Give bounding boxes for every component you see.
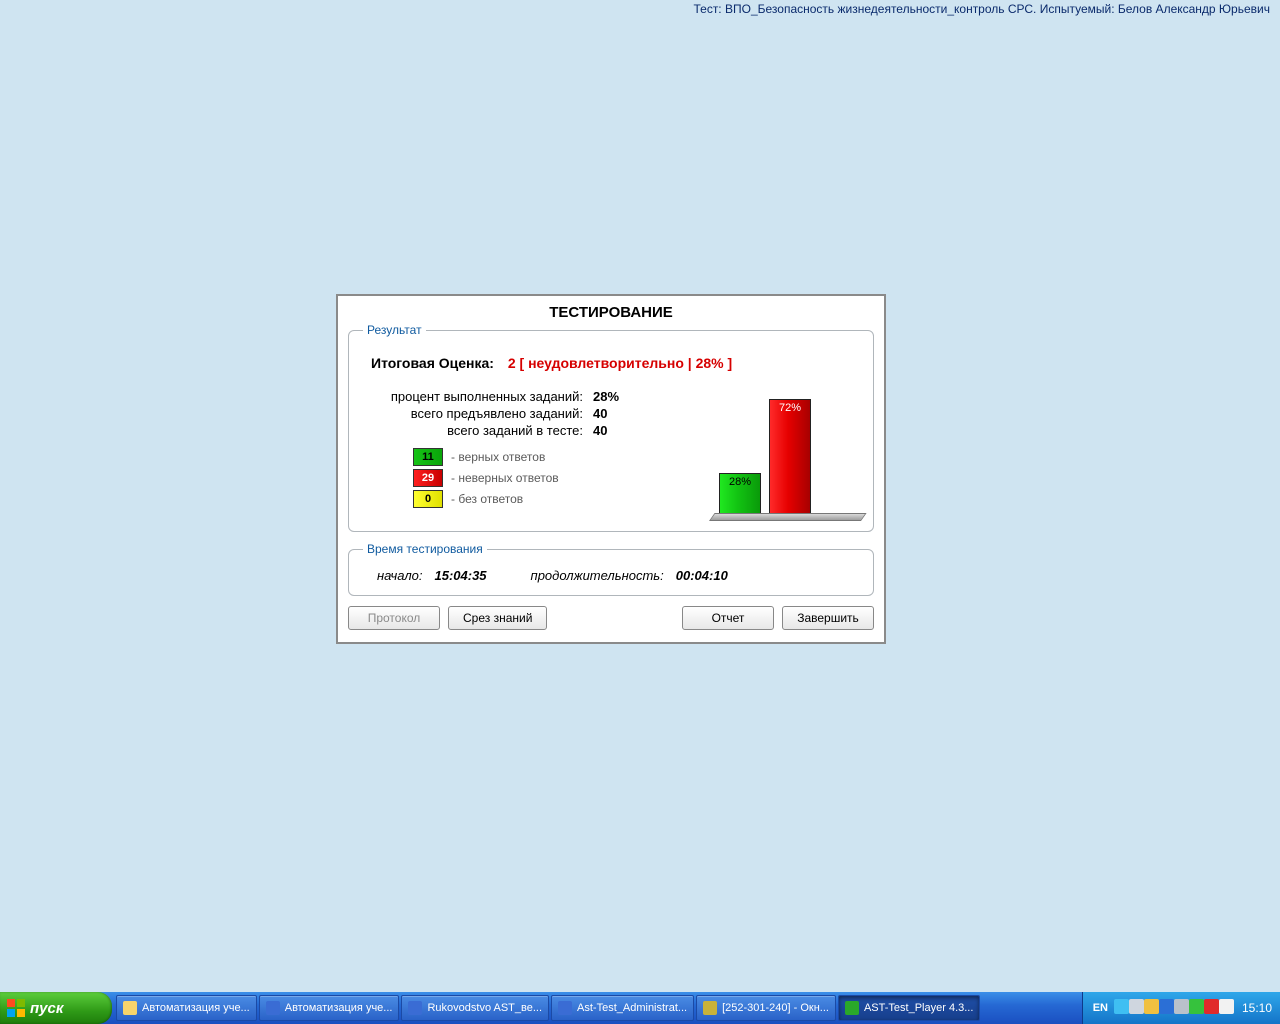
mail-icon[interactable]	[1219, 999, 1234, 1014]
stat-percent-value: 28%	[593, 389, 619, 404]
start-button[interactable]: пуск	[0, 992, 112, 1024]
answers-legend: 11 - верных ответов 29 - неверных ответо…	[363, 448, 709, 508]
legend-blank-label: - без ответов	[451, 492, 523, 506]
stat-total: всего заданий в тесте: 40	[363, 423, 709, 438]
legend-blank-count: 0	[413, 490, 443, 508]
knowledge-slice-button[interactable]: Срез знаний	[448, 606, 547, 630]
legend-blank: 0 - без ответов	[413, 490, 709, 508]
word-icon	[558, 1001, 572, 1015]
finish-button[interactable]: Завершить	[782, 606, 874, 630]
time-start-value: 15:04:35	[435, 568, 487, 583]
stat-total-label: всего заданий в тесте:	[363, 423, 593, 438]
stat-percent: процент выполненных заданий: 28%	[363, 389, 709, 404]
start-label: пуск	[30, 1000, 63, 1017]
stat-given-label: всего предъявлено заданий:	[363, 406, 593, 421]
stat-total-value: 40	[593, 423, 607, 438]
taskbar-item-label: [252-301-240] - Окн...	[722, 1002, 829, 1014]
result-legend: Результат	[363, 323, 426, 337]
taskbar-item-label: AST-Test_Player 4.3...	[864, 1002, 973, 1014]
legend-correct-label: - верных ответов	[451, 450, 545, 464]
final-grade-value: 2 [ неудовлетворительно | 28% ]	[508, 355, 732, 371]
device-icon[interactable]	[1144, 999, 1159, 1014]
language-indicator[interactable]: EN	[1093, 1002, 1108, 1014]
taskbar-item[interactable]: [252-301-240] - Окн...	[696, 995, 836, 1021]
stat-given: всего предъявлено заданий: 40	[363, 406, 709, 421]
time-duration-value: 00:04:10	[676, 568, 728, 583]
system-tray: EN 15:10	[1082, 992, 1280, 1024]
taskbar-item[interactable]: AST-Test_Player 4.3...	[838, 995, 980, 1021]
time-legend: Время тестирования	[363, 542, 487, 556]
folder-icon	[123, 1001, 137, 1015]
taskbar-tasks: Автоматизация уче... Автоматизация уче...…	[112, 992, 1082, 1024]
chart-base	[709, 513, 867, 521]
report-button[interactable]: Отчет	[682, 606, 774, 630]
protocol-button[interactable]: Протокол	[348, 606, 440, 630]
shield-icon[interactable]	[1189, 999, 1204, 1014]
taskbar-item-label: Автоматизация уче...	[285, 1002, 393, 1014]
windows-logo-icon	[6, 998, 26, 1018]
window-icon	[703, 1001, 717, 1015]
taskbar: пуск Автоматизация уче...Автоматизация у…	[0, 992, 1280, 1024]
taskbar-item[interactable]: Автоматизация уче...	[116, 995, 257, 1021]
taskbar-item-label: Автоматизация уче...	[142, 1002, 250, 1014]
legend-wrong: 29 - неверных ответов	[413, 469, 709, 487]
time-fieldset: Время тестирования начало: 15:04:35 прод…	[348, 542, 874, 596]
taskbar-item[interactable]: Автоматизация уче...	[259, 995, 400, 1021]
network-icon[interactable]	[1114, 999, 1129, 1014]
taskbar-item-label: Ast-Test_Administrat...	[577, 1002, 687, 1014]
result-dialog: ТЕСТИРОВАНИЕ Результат Итоговая Оценка: …	[336, 294, 886, 644]
time-duration-label: продолжительность:	[531, 568, 664, 583]
legend-wrong-label: - неверных ответов	[451, 471, 559, 485]
chart-bar-wrong: 72%	[769, 399, 811, 515]
chart-bar-wrong-label: 72%	[770, 402, 810, 414]
printer-icon[interactable]	[1174, 999, 1189, 1014]
display-icon[interactable]	[1159, 999, 1174, 1014]
legend-wrong-count: 29	[413, 469, 443, 487]
dialog-title: ТЕСТИРОВАНИЕ	[348, 304, 874, 321]
result-fieldset: Результат Итоговая Оценка: 2 [ неудовлет…	[348, 323, 874, 532]
chart-bar-correct: 28%	[719, 473, 761, 515]
clock: 15:10	[1242, 1001, 1272, 1015]
taskbar-item[interactable]: Ast-Test_Administrat...	[551, 995, 694, 1021]
taskbar-item[interactable]: Rukovodstvo AST_ве...	[401, 995, 549, 1021]
result-bar-chart: 28% 72%	[709, 391, 859, 521]
legend-correct: 11 - верных ответов	[413, 448, 709, 466]
volume-icon[interactable]	[1129, 999, 1144, 1014]
final-grade-row: Итоговая Оценка: 2 [ неудовлетворительно…	[371, 355, 859, 371]
time-start-label: начало:	[377, 568, 423, 583]
taskbar-item-label: Rukovodstvo AST_ве...	[427, 1002, 542, 1014]
header-test-info: Тест: ВПО_Безопасность жизнедеятельности…	[689, 0, 1274, 18]
stat-percent-label: процент выполненных заданий:	[363, 389, 593, 404]
legend-correct-count: 11	[413, 448, 443, 466]
stat-given-value: 40	[593, 406, 607, 421]
app-icon	[845, 1001, 859, 1015]
word-icon	[266, 1001, 280, 1015]
word-icon	[408, 1001, 422, 1015]
chart-bar-correct-label: 28%	[720, 476, 760, 488]
antivirus-icon[interactable]	[1204, 999, 1219, 1014]
final-grade-label: Итоговая Оценка:	[371, 355, 494, 371]
